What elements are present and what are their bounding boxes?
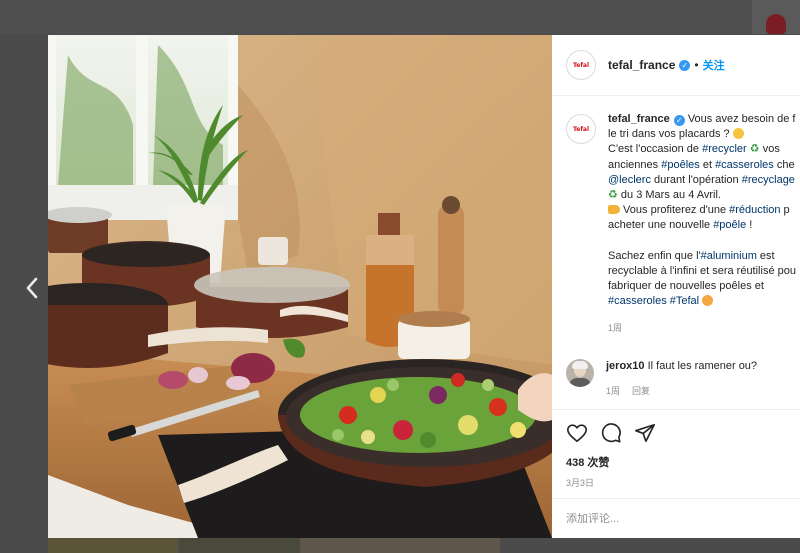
hashtag-link[interactable]: #poêle [713, 219, 746, 231]
background-tile [300, 538, 500, 553]
hashtag-link[interactable]: #casseroles [715, 159, 774, 171]
commenter-avatar[interactable] [566, 358, 594, 387]
comment-button[interactable] [600, 422, 622, 444]
comment-item: jerox10 Il faut les ramener ou? 1周 回复 [566, 358, 800, 399]
post-actions: 438 次赞 3月3日 [552, 409, 800, 489]
recycle-emoji-icon: ♻ [608, 189, 618, 202]
hashtag-link[interactable]: #aluminium [701, 250, 757, 262]
caption-line: du 3 Mars au 4 Avril. [617, 189, 721, 202]
caption-line: Sachez enfin que l' [608, 249, 701, 262]
caption-text: tefal_france ✓ Vous avez besoin de f le t… [608, 112, 796, 337]
paper-plane-icon [635, 423, 655, 443]
hashtag-link[interactable]: #recycler [702, 143, 747, 155]
caption: Tefal tefal_france ✓ Vous avez besoin de … [566, 112, 800, 337]
post-detail-panel: Tefal tefal_france ✓ • 关注 Tefal tefal_fr… [552, 35, 800, 538]
tefal-logo: Tefal [570, 54, 592, 76]
verified-badge-icon: ✓ [679, 59, 691, 71]
comment-body: jerox10 Il faut les ramener ou? 1周 回复 [606, 359, 757, 399]
author-username[interactable]: tefal_france [608, 58, 675, 72]
post-image[interactable] [48, 35, 552, 538]
background-tile [180, 538, 300, 553]
background-tile [48, 538, 178, 553]
caption-line: che [773, 158, 795, 171]
commenter-username[interactable]: jerox10 [606, 360, 645, 372]
caption-line: fabriquer de nouvelles poêles et [608, 280, 764, 293]
hashtag-link[interactable]: #réduction [729, 204, 780, 216]
reply-button[interactable]: 回复 [632, 386, 650, 396]
post-header: Tefal tefal_france ✓ • 关注 [552, 35, 800, 96]
caption-line: Vous avez besoin de f [687, 113, 796, 125]
hashtag-link[interactable]: #poêles [661, 159, 700, 171]
follow-button[interactable]: 关注 [703, 57, 725, 73]
verified-badge-icon: ✓ [673, 115, 685, 127]
caption-line: Vous profiterez d'une [620, 204, 730, 217]
caption-line: le tri dans vos placards ? [608, 128, 730, 141]
caption-line: acheter une nouvelle [608, 219, 714, 232]
caption-line: p [780, 204, 790, 217]
comment-input[interactable] [566, 512, 766, 525]
header-separator: • [694, 58, 699, 72]
like-button[interactable] [566, 422, 588, 444]
comment-meta: 1周 回复 [606, 384, 757, 399]
caption-line: ! [746, 219, 753, 232]
share-button[interactable] [634, 422, 656, 444]
action-icons [566, 422, 800, 444]
mention-link[interactable]: @leclerc [608, 174, 651, 186]
caption-line: durant l'opération [650, 173, 742, 186]
caption-line: recyclable à l'infini et sera réutilisé … [608, 264, 796, 277]
add-comment-bar [552, 498, 800, 538]
hashtag-link[interactable]: #Tefal [670, 295, 699, 307]
caption-line: C'est l'occasion de [608, 143, 703, 156]
background-feed-strip [0, 0, 800, 34]
pointing-hand-emoji-icon [608, 205, 620, 215]
post-date[interactable]: 3月3日 [566, 476, 800, 489]
comment-text: Il faut les ramener ou? [647, 359, 758, 372]
author-avatar[interactable]: Tefal [566, 114, 596, 144]
caption-username[interactable]: tefal_france [608, 113, 670, 125]
kitchen-cookware-photo [48, 35, 552, 538]
author-avatar[interactable]: Tefal [566, 50, 596, 80]
comment-bubble-icon [601, 423, 621, 443]
previous-post-button[interactable] [20, 274, 44, 302]
caption-line: vos [759, 143, 780, 156]
caption-line: est [756, 249, 775, 262]
caption-line: anciennes [608, 158, 662, 171]
recycle-emoji-icon: ♻ [749, 143, 760, 156]
background-product-thumbnail [766, 14, 786, 34]
comments-section: Tefal tefal_france ✓ Vous avez besoin de … [552, 96, 800, 399]
caption-line: et [699, 158, 716, 171]
caption-timestamp[interactable]: 1周 [608, 321, 796, 336]
heart-icon [567, 424, 587, 443]
hashtag-link[interactable]: #casseroles [608, 295, 667, 307]
comment-timestamp[interactable]: 1周 [606, 386, 620, 396]
thinking-face-emoji-icon [732, 128, 744, 140]
likes-count[interactable]: 438 次赞 [566, 454, 800, 470]
heart-eyes-emoji-icon [702, 295, 714, 307]
hashtag-link[interactable]: #recyclage [742, 174, 795, 186]
tefal-logo: Tefal [570, 118, 592, 140]
chevron-left-icon [26, 277, 38, 299]
